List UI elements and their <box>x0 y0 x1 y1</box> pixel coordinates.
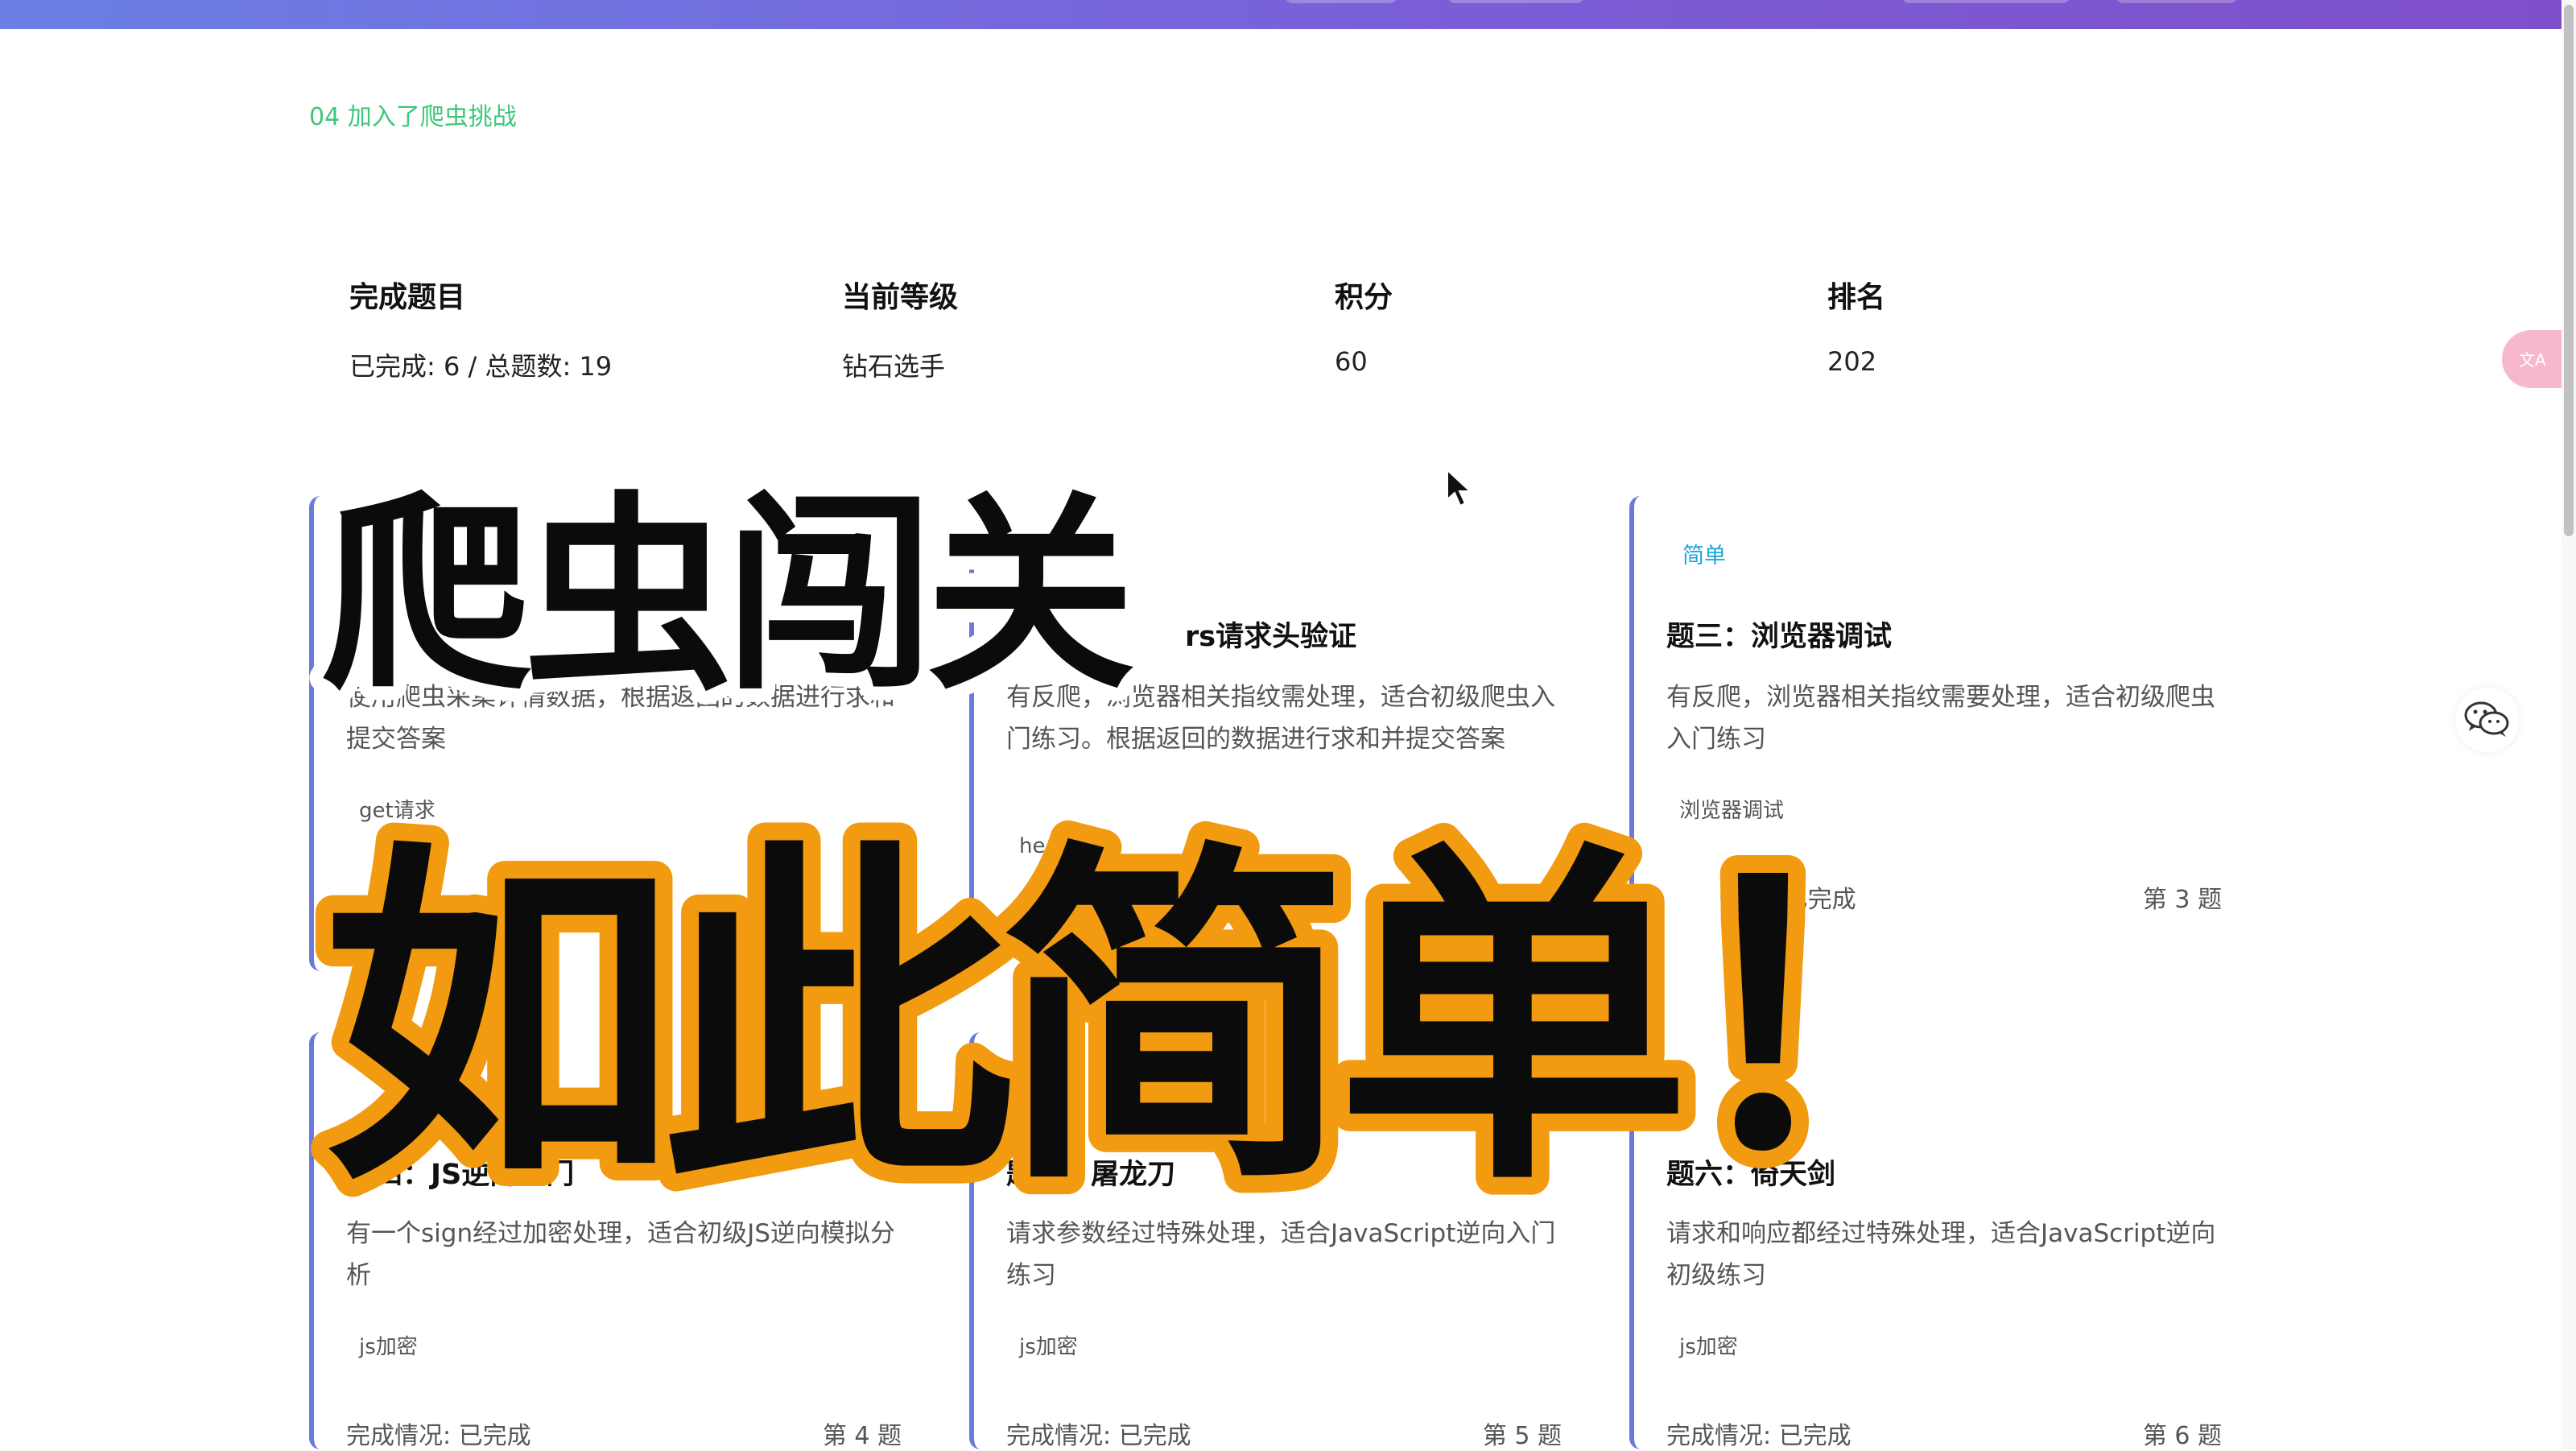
translate-icon: 文A <box>2519 350 2546 370</box>
header-bar <box>0 0 2562 29</box>
card-tag-chip: js加密 <box>1679 1335 1738 1359</box>
stat-rank: 排名 202 <box>1827 274 1885 377</box>
stat-label: 排名 <box>1827 281 1886 314</box>
question-number: 第 4 题 <box>822 1422 902 1450</box>
difficulty-tag: 简单 <box>1682 544 1726 568</box>
question-number: 第 3 题 <box>2142 886 2222 914</box>
stat-value: 60 <box>1335 346 1368 377</box>
overlay-line1-text: 爬虫闯关 <box>322 475 1135 718</box>
overlay-title-line1: 爬虫闯关 <box>308 451 1248 732</box>
translate-button[interactable]: 文A <box>2502 330 2562 388</box>
stat-value: 钻石选手 <box>842 351 946 382</box>
completion-status: 完成情况: 已完成 <box>346 1422 531 1450</box>
header-nav-item[interactable] <box>1447 0 1584 3</box>
wechat-button[interactable] <box>2455 688 2520 752</box>
stat-level: 当前等级 钻石选手 <box>842 274 958 383</box>
completion-status: 完成情况: 已完成 <box>1006 1422 1191 1450</box>
stat-value: 已完成: 6 / 总题数: 19 <box>349 351 613 382</box>
header-nav-item[interactable] <box>1901 0 2070 3</box>
question-number: 第 5 题 <box>1482 1422 1562 1450</box>
header-nav-item[interactable] <box>2116 0 2238 3</box>
question-number: 第 6 题 <box>2142 1422 2222 1450</box>
overlay-line2-text: 如此简单！ <box>322 815 2013 1227</box>
card-title: 题三：浏览器调试 <box>1666 621 1893 653</box>
stat-completed: 完成题目 已完成: 6 / 总题数: 19 <box>349 274 612 383</box>
stat-value: 202 <box>1827 346 1877 377</box>
stat-score: 积分 60 <box>1335 274 1393 377</box>
stat-label: 当前等级 <box>842 281 959 314</box>
card-tag-chip: js加密 <box>1019 1335 1078 1359</box>
stat-label: 完成题目 <box>349 281 466 314</box>
scrollbar[interactable] <box>2562 0 2576 1449</box>
scrollbar-thumb[interactable] <box>2564 5 2574 536</box>
header-nav-item[interactable] <box>1285 0 1397 3</box>
svg-text:文A: 文A <box>2519 350 2546 370</box>
completion-status: 完成情况: 已完成 <box>1666 1422 1852 1450</box>
join-notice: 04 加入了爬虫挑战 <box>309 103 517 131</box>
mouse-cursor-icon <box>1446 468 1473 512</box>
overlay-title-line2: 如此简单！ <box>304 797 2046 1245</box>
stat-label: 积分 <box>1335 281 1393 314</box>
wechat-icon <box>2464 701 2509 737</box>
card-tag-chip: js加密 <box>359 1335 418 1359</box>
card-description: 有反爬，浏览器相关指纹需要处理，适合初级爬虫入门练习 <box>1666 683 2215 754</box>
stats-panel: 完成题目 已完成: 6 / 总题数: 19 当前等级 钻石选手 积分 60 排名… <box>349 274 2201 387</box>
